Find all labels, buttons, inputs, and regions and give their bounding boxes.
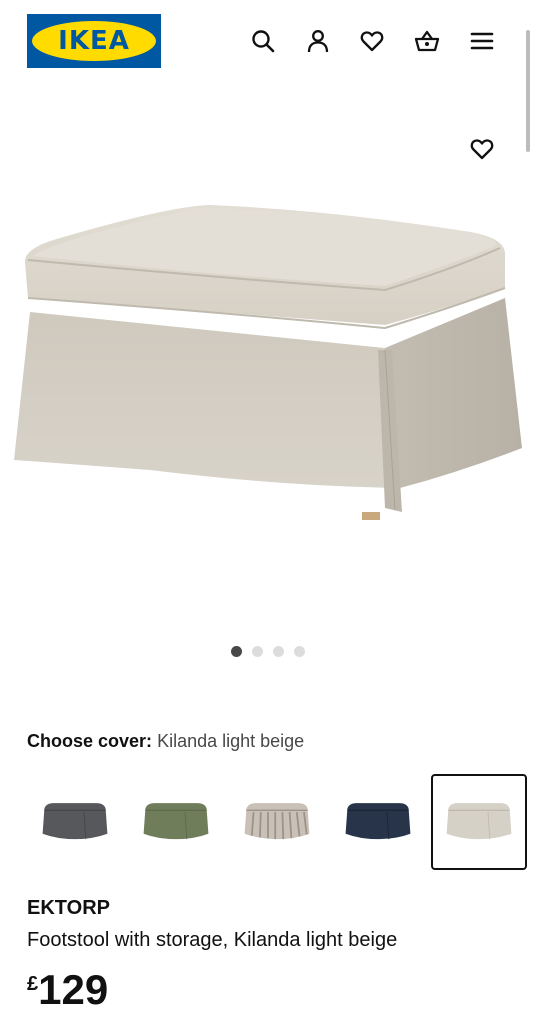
price-currency: £ xyxy=(27,973,39,995)
price-amount: 129 xyxy=(38,966,109,1013)
pagination-dot[interactable] xyxy=(252,646,263,657)
choose-cover: Choose cover: Kilanda light beige xyxy=(27,731,304,752)
menu-icon[interactable] xyxy=(468,27,496,55)
account-icon[interactable] xyxy=(304,27,332,55)
swatch-green[interactable] xyxy=(128,774,224,870)
swatch-dark-grey[interactable] xyxy=(27,774,123,870)
swatch-kilanda-light-beige[interactable] xyxy=(431,774,527,870)
heart-icon[interactable] xyxy=(466,133,498,165)
logo-text: IKEA xyxy=(58,26,130,56)
choose-cover-value: Kilanda light beige xyxy=(157,731,305,751)
swatch-dark-blue[interactable] xyxy=(330,774,426,870)
wishlist-icon[interactable] xyxy=(358,27,386,55)
basket-icon[interactable] xyxy=(413,27,441,55)
product-image[interactable] xyxy=(0,170,536,570)
site-header: IKEA xyxy=(0,0,536,80)
pagination-dot[interactable] xyxy=(231,646,242,657)
pagination-dot[interactable] xyxy=(294,646,305,657)
page-scrollbar[interactable] xyxy=(526,30,530,152)
product-price: £ 129 xyxy=(27,965,108,1015)
image-pagination xyxy=(0,646,536,660)
pagination-dot[interactable] xyxy=(273,646,284,657)
swatch-striped[interactable] xyxy=(229,774,325,870)
cover-swatches xyxy=(27,774,527,870)
choose-cover-label: Choose cover: xyxy=(27,731,153,751)
product-description: Footstool with storage, Kilanda light be… xyxy=(27,929,398,951)
product-brand: EKTORP xyxy=(27,897,110,919)
ikea-logo[interactable]: IKEA xyxy=(27,14,161,68)
search-icon[interactable] xyxy=(249,27,277,55)
logo-oval: IKEA xyxy=(32,21,156,61)
